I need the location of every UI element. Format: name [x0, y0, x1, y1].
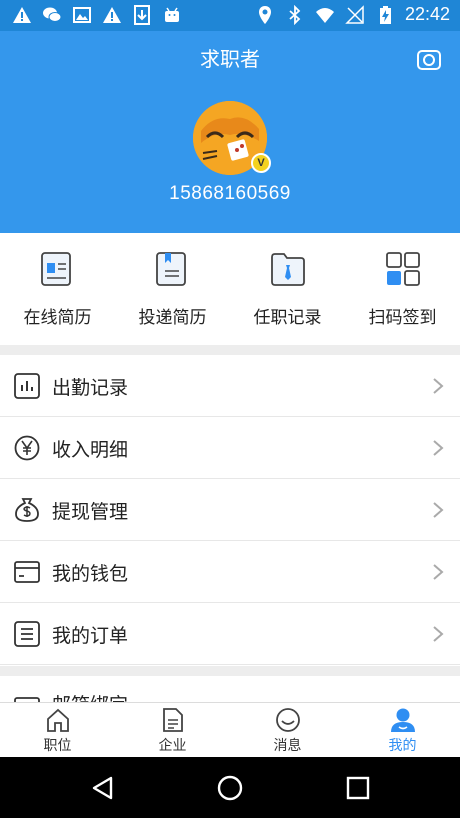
section-divider: [0, 345, 460, 355]
battery-charging-icon: [379, 5, 391, 24]
chevron-right-icon: [433, 440, 444, 456]
chevron-right-icon: [433, 502, 444, 518]
mail-icon: [14, 697, 40, 702]
tab-mine[interactable]: 我的: [345, 703, 460, 758]
job-record-icon: [271, 253, 305, 286]
menu-list: 出勤记录 收入明细 提现管理 我的钱包 我的订单: [0, 355, 460, 665]
order-list-icon: [14, 621, 40, 647]
menu-item-attendance[interactable]: 出勤记录: [0, 355, 460, 417]
action-label: 投递简历: [138, 308, 207, 328]
wifi-icon: [315, 7, 334, 23]
action-job-record[interactable]: 任职记录: [230, 233, 345, 345]
menu-label: 收入明细: [52, 439, 129, 461]
image-icon: [73, 7, 91, 23]
document-icon: [163, 708, 183, 732]
android-icon: [165, 7, 179, 22]
action-label: 扫码签到: [368, 308, 437, 328]
bottom-tab-bar: 职位 企业 消息 我的: [0, 702, 460, 757]
tab-label: 我的: [388, 738, 417, 754]
chevron-right-icon: [433, 378, 444, 394]
menu-item-wallet[interactable]: 我的钱包: [0, 541, 460, 603]
menu-label: 我的订单: [52, 625, 129, 647]
resume-icon: [41, 252, 71, 286]
home-button-icon[interactable]: [217, 775, 243, 801]
clock: 22:42: [404, 4, 450, 24]
phone-number: 15868160569: [169, 183, 291, 204]
menu-item-email-partial[interactable]: 邮箱绑定: [0, 676, 460, 702]
tab-label: 消息: [273, 738, 302, 754]
menu-item-withdrawal[interactable]: 提现管理: [0, 479, 460, 541]
action-online-resume[interactable]: 在线简历: [0, 233, 115, 345]
status-left-icons: [12, 5, 182, 25]
chevron-right-icon: [433, 564, 444, 580]
status-bar: 22:42: [0, 0, 460, 31]
wallet-icon: [14, 561, 40, 583]
dollar-bag-icon: [15, 498, 39, 522]
section-divider-2: [0, 666, 460, 676]
vip-badge: V: [251, 153, 271, 173]
user-icon: [391, 708, 415, 732]
chevron-right-icon: [433, 626, 444, 642]
quick-actions: 在线简历 投递简历 任职记录 扫码签到: [0, 233, 460, 345]
tab-companies[interactable]: 企业: [115, 703, 230, 758]
warning-icon-2: [103, 7, 121, 23]
menu-label: 出勤记录: [52, 377, 129, 399]
bluetooth-icon: [289, 4, 301, 25]
recents-icon[interactable]: [345, 775, 371, 801]
page-title: 求职者: [200, 47, 260, 71]
back-icon[interactable]: [90, 775, 116, 801]
menu-item-income[interactable]: 收入明细: [0, 417, 460, 479]
status-right-icons: 22:42: [255, 4, 450, 25]
download-icon: [134, 5, 150, 25]
tab-messages[interactable]: 消息: [230, 703, 345, 758]
tab-label: 企业: [158, 738, 187, 754]
qr-signin-icon: [386, 252, 420, 286]
send-resume-icon: [156, 252, 186, 286]
wechat-icon: [43, 7, 62, 22]
attendance-chart-icon: [14, 373, 40, 399]
system-nav-bar: [0, 757, 460, 818]
menu-label: 我的钱包: [52, 563, 129, 585]
scan-camera-icon[interactable]: [416, 47, 442, 73]
menu-label: 提现管理: [52, 501, 129, 523]
avatar[interactable]: V: [193, 101, 271, 175]
warning-icon: [13, 7, 31, 23]
home-icon: [47, 708, 69, 732]
no-signal-icon: [345, 4, 364, 24]
smile-icon: [276, 708, 300, 732]
tab-jobs[interactable]: 职位: [0, 703, 115, 758]
menu-item-orders[interactable]: 我的订单: [0, 603, 460, 665]
location-icon: [258, 5, 271, 24]
action-qr-signin[interactable]: 扫码签到: [345, 233, 460, 345]
profile-header: 求职者 V 15868160569: [0, 31, 460, 233]
menu-label: 邮箱绑定: [52, 690, 128, 702]
tab-label: 职位: [43, 738, 72, 754]
action-label: 任职记录: [253, 308, 322, 328]
action-label: 在线简历: [23, 308, 92, 328]
action-send-resume[interactable]: 投递简历: [115, 233, 230, 345]
yen-icon: [14, 435, 40, 461]
